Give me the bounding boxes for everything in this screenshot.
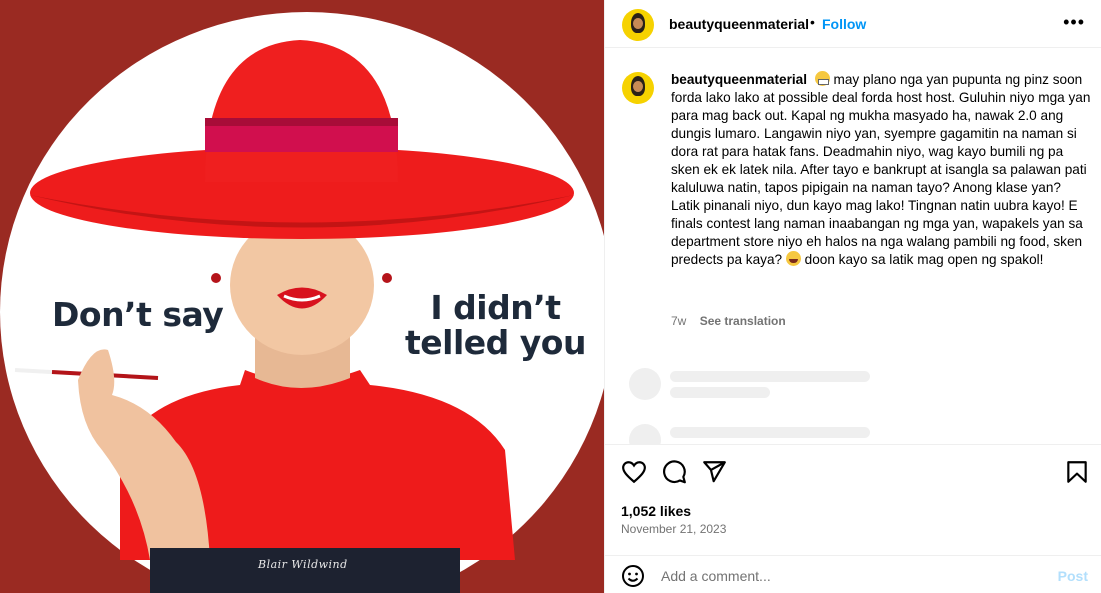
quote-right: I didn’t telled you <box>405 290 586 360</box>
tears-of-joy-face-icon <box>785 251 801 266</box>
grimacing-face-icon <box>814 71 830 86</box>
save-bookmark-icon[interactable] <box>1064 459 1090 485</box>
quote-right-line2: telled you <box>405 323 586 362</box>
comment-input[interactable] <box>661 564 1031 588</box>
skeleton-line <box>670 371 870 382</box>
comment-icon[interactable] <box>661 459 687 485</box>
quote-left: Don’t say <box>52 295 224 334</box>
caption-avatar[interactable] <box>622 72 654 104</box>
post-image: Don’t say I didn’t telled you Blair Wild… <box>0 0 604 593</box>
artist-signature: Blair Wildwind <box>258 558 348 571</box>
skeleton-avatar <box>629 424 661 444</box>
add-comment-bar: Post <box>605 555 1101 593</box>
caption-text: beautyqueenmaterial may plano nga yan pu… <box>671 71 1091 269</box>
caption-meta: 7w See translation <box>671 314 786 328</box>
caption-username[interactable]: beautyqueenmaterial <box>671 72 807 87</box>
post-age: 7w <box>671 314 687 328</box>
see-translation-link[interactable]: See translation <box>700 314 786 328</box>
post-actions: 1,052 likes November 21, 2023 <box>605 444 1101 550</box>
skeleton-line <box>670 427 870 438</box>
header-username[interactable]: beautyqueenmaterial <box>669 16 809 32</box>
follow-button[interactable]: Follow <box>822 16 866 32</box>
earring-right <box>382 273 392 283</box>
post-date: November 21, 2023 <box>621 522 727 536</box>
separator-dot: • <box>810 14 815 30</box>
hat-crown <box>205 40 398 182</box>
avatar[interactable] <box>622 9 654 41</box>
emoji-picker-icon[interactable] <box>621 564 645 588</box>
like-heart-icon[interactable] <box>621 459 647 485</box>
skeleton-line <box>670 387 770 398</box>
post-details-panel: beautyqueenmaterial • Follow ••• beautyq… <box>604 0 1101 593</box>
likes-count[interactable]: 1,052 likes <box>621 503 691 519</box>
caption-area: beautyqueenmaterial may plano nga yan pu… <box>605 48 1101 444</box>
quote-right-line1: I didn’t <box>430 288 561 327</box>
share-paper-plane-icon[interactable] <box>701 459 727 485</box>
post-comment-button[interactable]: Post <box>1058 568 1088 584</box>
more-options-icon[interactable]: ••• <box>1063 12 1085 33</box>
post-header: beautyqueenmaterial • Follow ••• <box>605 0 1101 48</box>
caption-body-2: doon kayo sa latik mag open ng spakol! <box>804 252 1044 267</box>
caption-body-1: may plano nga yan pupunta ng pinz soon f… <box>671 72 1091 267</box>
skeleton-avatar <box>629 368 661 400</box>
earring-left <box>211 273 221 283</box>
